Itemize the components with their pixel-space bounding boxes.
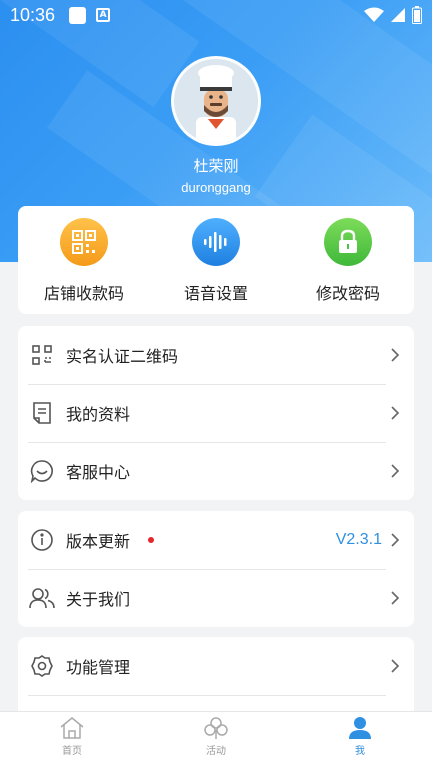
status-bar: 10:36 A (0, 0, 432, 30)
avatar[interactable] (171, 56, 261, 146)
menu-card-account: 实名认证二维码 我的资料 客服中心 (18, 326, 414, 500)
profile-name: 杜荣刚 (193, 157, 239, 175)
update-badge-dot (148, 537, 155, 543)
users-icon (28, 584, 56, 612)
tab-activity[interactable]: 活动 (144, 712, 288, 768)
menu-card-settings: 功能管理 (18, 637, 414, 717)
notification-icon (69, 6, 87, 24)
tab-home[interactable]: 首页 (0, 712, 144, 768)
quick-action-voice-settings[interactable]: 语音设置 (150, 206, 282, 314)
menu-item-label: 我的资料 (66, 405, 131, 424)
quick-actions-card: 店铺收款码 语音设置 修改密码 (18, 206, 414, 314)
menu-item-label: 实名认证二维码 (66, 347, 179, 366)
info-icon (28, 526, 56, 554)
chevron-right-icon (391, 464, 400, 478)
chef-avatar-icon (174, 59, 258, 143)
qr-code-icon (60, 218, 108, 266)
menu-item-label: 功能管理 (66, 658, 131, 677)
menu-item-version-update[interactable]: 版本更新 V2.3.1 (18, 511, 414, 569)
tab-label: 首页 (62, 746, 82, 757)
chevron-right-icon (391, 348, 400, 362)
wifi-icon (364, 7, 384, 22)
lock-icon (324, 218, 372, 266)
tab-label: 我 (355, 746, 365, 757)
quick-action-label: 语音设置 (183, 284, 248, 303)
tab-me[interactable]: 我 (288, 712, 432, 768)
version-value: V2.3.1 (335, 531, 382, 548)
menu-card-app: 版本更新 V2.3.1 关于我们 (18, 511, 414, 627)
voice-wave-icon (192, 218, 240, 266)
menu-item-label: 客服中心 (66, 463, 131, 482)
quick-action-label: 店铺收款码 (43, 284, 124, 303)
home-icon (60, 717, 84, 739)
menu-item-realname-qr[interactable]: 实名认证二维码 (18, 326, 414, 384)
bottom-tab-bar: 首页 活动 我 (0, 711, 432, 768)
menu-item-label: 关于我们 (66, 590, 131, 609)
chat-smile-icon (28, 457, 56, 485)
quick-action-label: 修改密码 (315, 284, 380, 303)
profile-username: duronggang (181, 180, 251, 195)
chevron-right-icon (391, 659, 400, 673)
quick-action-change-password[interactable]: 修改密码 (282, 206, 414, 314)
settings-gear-icon (28, 652, 56, 680)
menu-item-customer-service[interactable]: 客服中心 (18, 442, 414, 500)
signal-icon (391, 8, 405, 22)
clover-icon (204, 717, 228, 739)
menu-item-about-us[interactable]: 关于我们 (18, 569, 414, 627)
qr-scan-icon (28, 341, 56, 369)
chevron-right-icon (391, 591, 400, 605)
status-time: 10:36 (10, 4, 56, 25)
person-icon (349, 717, 371, 739)
menu-item-feature-management[interactable]: 功能管理 (18, 637, 414, 695)
document-edit-icon (28, 399, 56, 427)
tab-label: 活动 (206, 746, 226, 757)
battery-icon (412, 6, 422, 24)
menu-item-my-profile[interactable]: 我的资料 (18, 384, 414, 442)
menu-item-label: 版本更新 (66, 532, 131, 551)
chevron-right-icon (391, 406, 400, 420)
chevron-right-icon (391, 533, 400, 547)
app-notification-icon: A (96, 8, 111, 22)
quick-action-store-qr[interactable]: 店铺收款码 (18, 206, 150, 314)
